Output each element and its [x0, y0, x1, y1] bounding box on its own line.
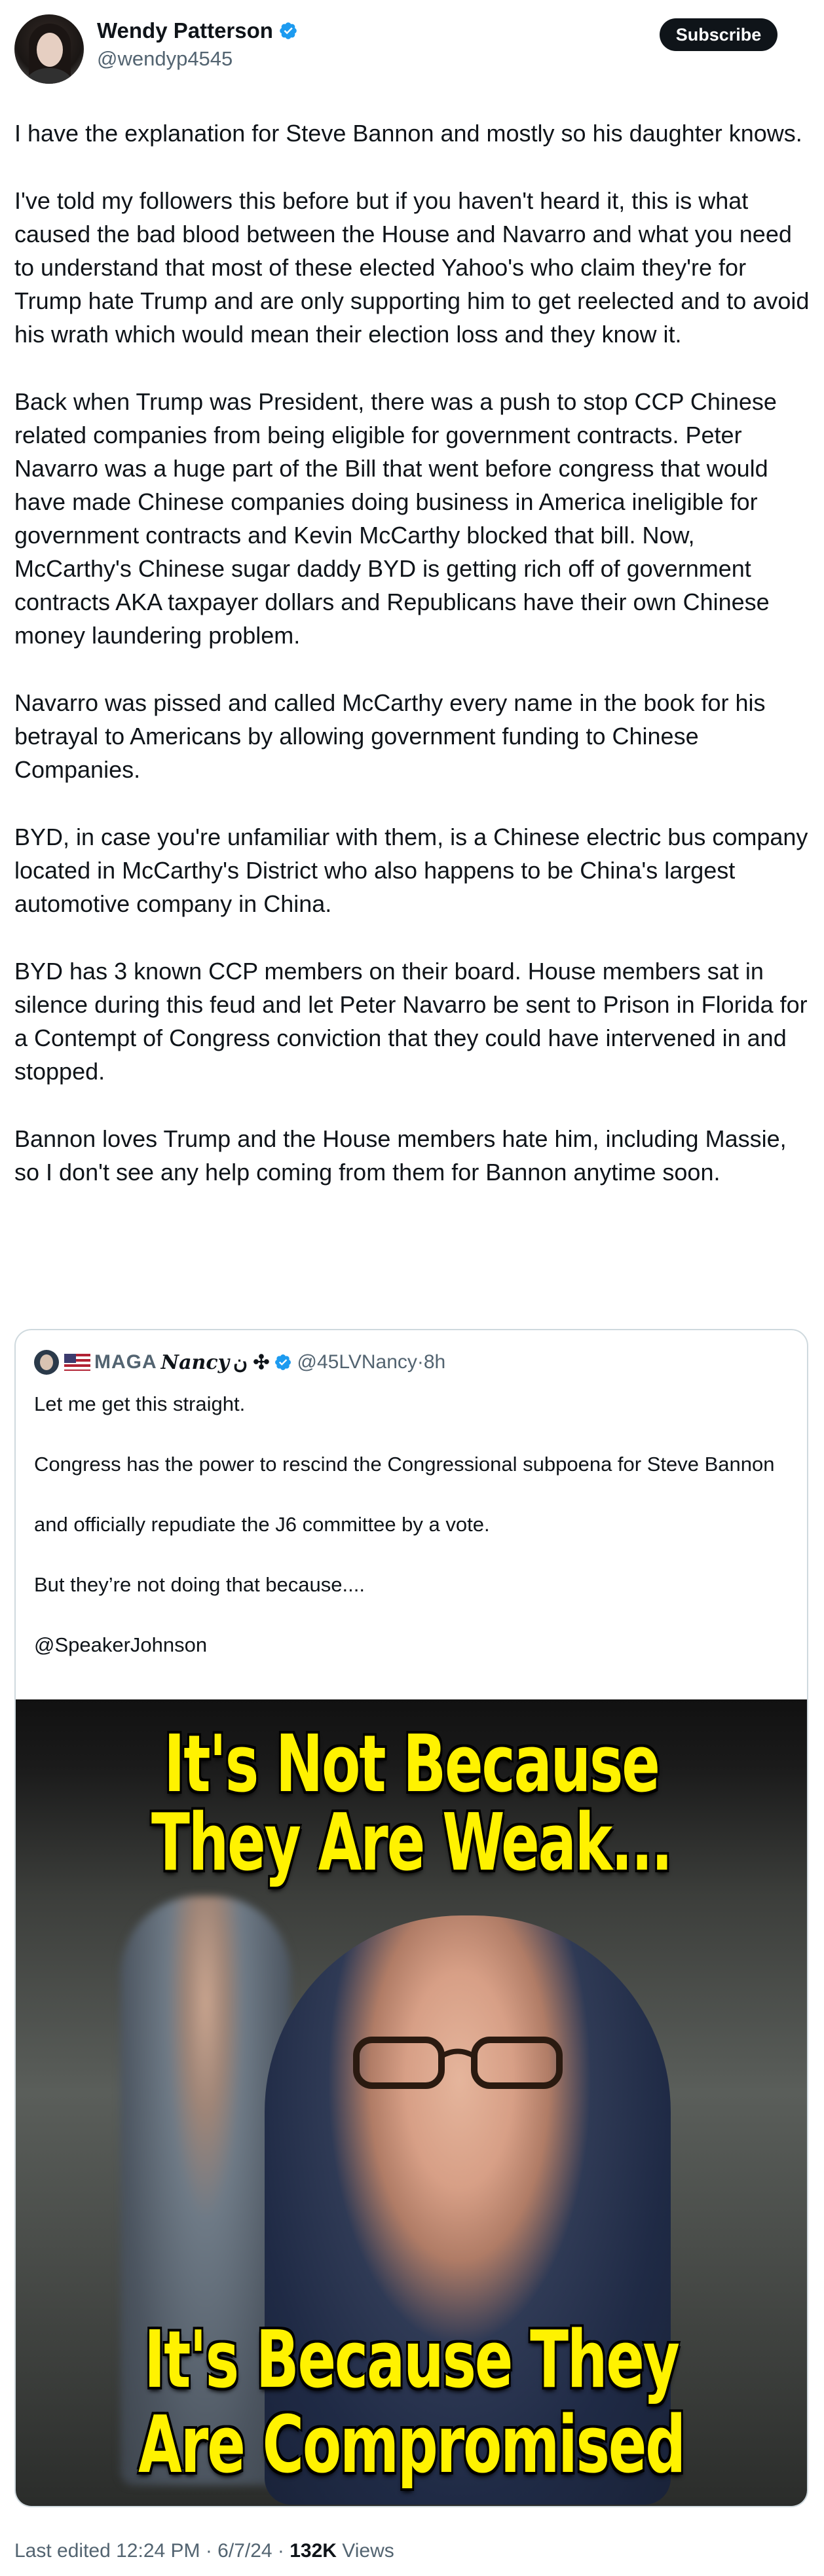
quoted-post-time[interactable]: 8h: [424, 1351, 445, 1373]
glasses-graphic: [353, 2037, 563, 2089]
post-paragraph: BYD, in case you're unfamiliar with them…: [14, 824, 808, 917]
us-flag-icon: [64, 1354, 90, 1371]
verified-badge-icon: [274, 1354, 291, 1370]
meme-caption-bottom-2: Are Compromised: [138, 2400, 686, 2491]
quoted-post-body: Let me get this straight. Congress has t…: [34, 1389, 787, 1690]
quoted-author-name-suffix: ن ✣: [233, 1351, 270, 1373]
quoted-author-name-prefix[interactable]: MAGA: [94, 1351, 157, 1373]
quoted-author-avatar[interactable]: [34, 1350, 59, 1375]
edited-timestamp[interactable]: Last edited 12:24 PM · 6/7/24 ·: [14, 2540, 290, 2562]
post-paragraph: I have the explanation for Steve Bannon …: [14, 120, 802, 147]
quoted-post-header: MAGA Nancy ن ✣ @45LVNancy · 8h: [34, 1350, 445, 1375]
quoted-paragraph: But they’re not doing that because....: [34, 1573, 365, 1596]
quoted-post-image[interactable]: It's Not Because They Are Weak... It's B…: [16, 1699, 807, 2506]
meme-caption-top-1: It's Not Because: [164, 1719, 660, 1810]
post-paragraph: Back when Trump was President, there was…: [14, 388, 777, 649]
post-paragraph: Navarro was pissed and called McCarthy e…: [14, 689, 766, 783]
meme-caption-bottom-1: It's Because They: [144, 2315, 680, 2406]
post-footer: Last edited 12:24 PM · 6/7/24 · 132K Vie…: [14, 2540, 394, 2562]
tweet: Wendy Patterson @wendyp4545 Subscribe I …: [0, 0, 824, 2576]
quoted-paragraph: @SpeakerJohnson: [34, 1633, 208, 1656]
quoted-paragraph: Congress has the power to rescind the Co…: [34, 1453, 775, 1476]
author-avatar[interactable]: [14, 14, 84, 84]
quoted-paragraph: Let me get this straight.: [34, 1392, 246, 1415]
separator-dot: ·: [417, 1351, 424, 1373]
post-paragraph: I've told my followers this before but i…: [14, 187, 810, 348]
quoted-author-handle[interactable]: @45LVNancy: [297, 1351, 417, 1373]
author-name-row: Wendy Patterson: [97, 18, 298, 43]
meme-caption-top-2: They Are Weak...: [151, 1798, 673, 1889]
post-paragraph: Bannon loves Trump and the House members…: [14, 1125, 787, 1186]
author-handle[interactable]: @wendyp4545: [97, 47, 233, 71]
post-body: I have the explanation for Steve Bannon …: [14, 117, 810, 1223]
subscribe-button[interactable]: Subscribe: [660, 18, 777, 51]
verified-badge-icon: [280, 22, 297, 39]
views-count: 132K: [290, 2540, 337, 2562]
quoted-paragraph: and officially repudiate the J6 committe…: [34, 1513, 490, 1536]
views-label: Views: [336, 2540, 394, 2562]
post-paragraph: BYD has 3 known CCP members on their boa…: [14, 958, 808, 1085]
quoted-author-name[interactable]: Nancy: [161, 1351, 229, 1374]
author-name[interactable]: Wendy Patterson: [97, 18, 273, 43]
quoted-post[interactable]: MAGA Nancy ن ✣ @45LVNancy · 8h Let me ge…: [14, 1329, 808, 2507]
